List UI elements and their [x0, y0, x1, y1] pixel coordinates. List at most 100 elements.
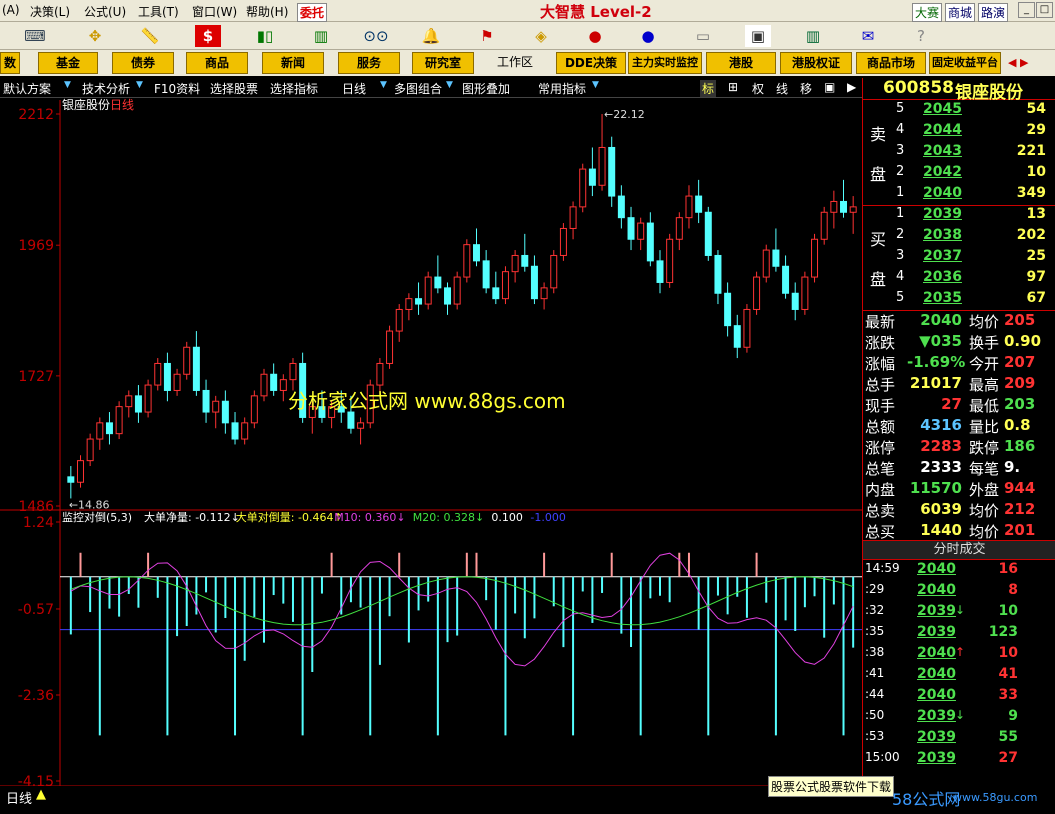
- nav-scroll-icon[interactable]: ◀ ▶: [1008, 56, 1028, 69]
- low-annotation: ←14.86: [69, 498, 110, 511]
- books-icon[interactable]: ▥: [800, 25, 826, 47]
- roadshow-button[interactable]: 路演: [978, 3, 1009, 22]
- nav-item-fixed-income[interactable]: 固定收益平台: [929, 52, 1001, 74]
- menu-item-tools[interactable]: 工具(T): [138, 3, 179, 20]
- menu-item-decision[interactable]: 决策(L): [30, 3, 70, 20]
- nav-item-commodity[interactable]: 商品: [186, 52, 248, 74]
- flag-icon[interactable]: ⚑: [474, 25, 500, 47]
- play-button[interactable]: ▶: [845, 80, 858, 94]
- stat-value: 212: [1004, 500, 1036, 518]
- diamond-icon[interactable]: ◈: [528, 25, 554, 47]
- candle-body: [144, 384, 152, 413]
- stat-value: 2040: [920, 311, 962, 329]
- globe-icon[interactable]: ●: [635, 25, 661, 47]
- chevron-down-icon[interactable]: ▼: [446, 80, 453, 90]
- stat-label: 总笔: [865, 460, 896, 478]
- entrust-button[interactable]: 委托: [297, 3, 328, 22]
- overlay-button[interactable]: 图形叠加: [462, 80, 510, 97]
- arrow-up-icon: ↑: [955, 645, 966, 659]
- print-icon[interactable]: ▭: [690, 25, 716, 47]
- bell-icon[interactable]: 🔔: [418, 25, 444, 47]
- bars-icon[interactable]: ▥: [308, 25, 334, 47]
- minimize-icon[interactable]: _: [1018, 2, 1035, 18]
- nav-item-workspace[interactable]: 工作区: [484, 52, 546, 74]
- dollar-icon[interactable]: $: [195, 25, 221, 47]
- sub-indicator-value: 0.100: [491, 511, 523, 524]
- move-button[interactable]: 移: [798, 80, 814, 97]
- stock-name: 银座股份: [955, 83, 1023, 103]
- select-stock-button[interactable]: 选择股票: [210, 80, 258, 97]
- chat-icon[interactable]: ✉: [855, 25, 881, 47]
- candle-body: [279, 379, 287, 391]
- sell-row: 5 2045 54: [863, 101, 1055, 122]
- ruler-icon[interactable]: 📏: [137, 25, 163, 47]
- menu-item-a[interactable]: (A): [2, 3, 20, 17]
- maximize-icon[interactable]: □: [1036, 2, 1053, 18]
- common-indicator-button[interactable]: 常用指标: [538, 80, 586, 97]
- nav-item-commodity-market[interactable]: 商品市场: [856, 52, 926, 74]
- binoculars-icon[interactable]: ⊙⊙: [363, 25, 389, 47]
- window-icon[interactable]: ▣: [745, 25, 771, 47]
- buy-row: 4 2036 97: [863, 269, 1055, 290]
- candle-icon[interactable]: ▮▯: [252, 25, 278, 47]
- compass-icon[interactable]: ✥: [82, 25, 108, 47]
- nav-item-research[interactable]: 研究室: [412, 52, 474, 74]
- candle-body: [405, 298, 413, 310]
- line-button[interactable]: 线: [774, 80, 790, 97]
- scheme-select[interactable]: 默认方案: [3, 80, 51, 97]
- grid-button[interactable]: ⊞: [726, 80, 740, 94]
- rights-button[interactable]: 权: [750, 80, 766, 97]
- nav-item-service[interactable]: 服务: [338, 52, 400, 74]
- mall-button[interactable]: 商城: [945, 3, 976, 22]
- keyboard-icon[interactable]: ⌨: [22, 25, 48, 47]
- menu-item-formula[interactable]: 公式(U): [84, 3, 126, 20]
- nav-item-fund[interactable]: 基金: [38, 52, 98, 74]
- corner-watermark: 58公式网: [892, 790, 961, 809]
- menu-item-help[interactable]: 帮助(H): [246, 3, 288, 20]
- nav-item-stock[interactable]: 数: [0, 52, 20, 74]
- period-select[interactable]: 日线: [342, 80, 366, 97]
- chevron-down-icon[interactable]: ▼: [136, 80, 143, 90]
- high-annotation: ←22.12: [604, 108, 645, 121]
- nav-item-bond[interactable]: 债券: [112, 52, 174, 74]
- candle-body: [801, 276, 809, 310]
- icon-toolbar: ⌨ ✥ 📏 $ ▮▯ ▥ ⊙⊙ 🔔 ⚑ ◈ ● ● ▭ ▣ ▥ ✉ ?: [0, 22, 1055, 50]
- sub-indicator-label: 监控对倒(5,3): [62, 510, 132, 524]
- level2-icon[interactable]: ●: [582, 25, 608, 47]
- candle-body: [134, 395, 142, 413]
- arrow-down-icon: ↓: [955, 708, 966, 722]
- kline-chart[interactable]: 22121969172714862009/030506070809 ←22.12…: [0, 98, 862, 786]
- help-icon[interactable]: ?: [908, 25, 934, 47]
- tech-analysis-button[interactable]: 技术分析: [82, 80, 130, 97]
- mark-button[interactable]: 标: [700, 80, 717, 97]
- candle-body: [588, 168, 596, 186]
- contest-button[interactable]: 大赛: [912, 3, 943, 22]
- nav-item-hk[interactable]: 港股: [706, 52, 776, 74]
- multi-chart-button[interactable]: 多图组合: [394, 80, 442, 97]
- sub-indicator-value: M10: 0.360↓: [334, 511, 405, 524]
- nav-item-hk-warrant[interactable]: 港股权证: [780, 52, 852, 74]
- f10-button[interactable]: F10资料: [154, 80, 200, 97]
- order-level: 4: [896, 122, 905, 137]
- ticks-title[interactable]: 分时成交: [863, 540, 1055, 560]
- chevron-down-icon[interactable]: ▼: [64, 80, 71, 90]
- triangle-up-icon[interactable]: ▲: [36, 787, 46, 802]
- ticks-list: 14:59 2040 16:29 2040 8:32 2039 ↓ 10:35 2039 123:…: [863, 561, 1055, 777]
- stat-label: 最高: [969, 376, 1000, 394]
- stat-value: 201: [1004, 521, 1036, 539]
- candle-body: [163, 362, 171, 391]
- candle-body: [849, 206, 857, 213]
- nav-item-dde[interactable]: DDE决策: [556, 52, 626, 74]
- chevron-down-icon[interactable]: ▼: [380, 80, 387, 90]
- nav-item-news[interactable]: 新闻: [262, 52, 324, 74]
- status-period[interactable]: 日线: [6, 788, 32, 807]
- nav-item-monitor[interactable]: 主力实时监控: [628, 52, 702, 74]
- chevron-down-icon[interactable]: ▼: [592, 80, 599, 90]
- stat-value: -1.69%: [907, 353, 966, 371]
- ad-link[interactable]: 股票公式股票软件下载: [768, 776, 895, 797]
- window-toggle-button[interactable]: ▣: [822, 80, 837, 94]
- select-indicator-button[interactable]: 选择指标: [270, 80, 318, 97]
- order-level: 2: [896, 164, 905, 179]
- menu-item-window[interactable]: 窗口(W): [192, 3, 237, 20]
- stock-code: 600858: [883, 78, 954, 98]
